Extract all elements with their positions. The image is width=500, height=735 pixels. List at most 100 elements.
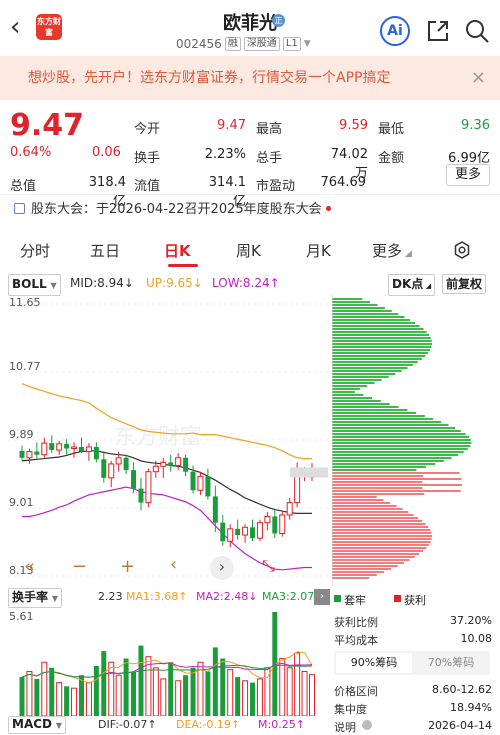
candle <box>34 451 40 455</box>
boll-low: LOW:8.24↑ <box>212 276 280 290</box>
chip-bar <box>332 448 468 450</box>
gear-icon[interactable] <box>452 240 472 260</box>
macd-select[interactable]: MACD ▼ <box>8 716 66 734</box>
boll-indicator-row: BOLL ▼ MID:8.94↓ UP:9.65↓ LOW:8.24↑ DK点 … <box>0 272 500 296</box>
chart-controls: « − + ‹ › ⤡ <box>8 554 328 584</box>
chip-bar <box>332 460 444 462</box>
candle <box>264 516 271 524</box>
stat-label-float-cap: 流值 <box>134 179 161 194</box>
adjust-button[interactable]: 前复权 <box>442 274 487 294</box>
chip-bar <box>332 547 427 549</box>
chip-bar <box>332 577 370 579</box>
candle <box>115 457 122 465</box>
chip-bar <box>332 469 417 471</box>
chip-bar <box>332 427 456 429</box>
more-button[interactable]: 更多 <box>446 164 490 186</box>
tab-70-chips[interactable]: 70%筹码 <box>414 653 488 673</box>
chip-bar <box>332 490 461 492</box>
turnover-bar <box>49 667 55 716</box>
chip-bar <box>332 319 411 321</box>
chip-bar <box>332 373 396 375</box>
chip-bar <box>332 313 399 315</box>
chip-bar <box>332 520 423 522</box>
chip-bar <box>332 508 403 510</box>
search-icon[interactable] <box>464 18 490 44</box>
candle <box>190 471 196 491</box>
chip-bar <box>332 571 385 573</box>
tab-90-chips[interactable]: 90%筹码 <box>336 653 412 673</box>
zoom-out-button[interactable]: − <box>72 556 87 577</box>
kline-chart[interactable]: 东方财富11.6510.779.899.018.13 <box>8 294 328 586</box>
turnover-bar <box>115 674 122 716</box>
chip-bar <box>332 415 425 417</box>
tag-margin: 融 <box>224 37 241 51</box>
macd-m: M:0.25↑ <box>258 718 305 731</box>
candle <box>71 446 78 449</box>
candle <box>256 522 263 539</box>
chip-bar <box>332 355 426 357</box>
chip-bar <box>332 517 419 519</box>
calendar-icon <box>14 203 25 214</box>
account-ad-banner[interactable]: 想炒股，先开户！选东方财富证券，行情交易一个APP搞定 × <box>0 56 500 100</box>
turnover-select[interactable]: 换手率 ▼ <box>8 588 62 608</box>
expand-arrow-icon[interactable]: › <box>314 589 330 605</box>
chip-bar <box>332 493 425 495</box>
tab-timeshare[interactable]: 分时 <box>20 240 50 261</box>
candle <box>235 528 241 536</box>
rewind-button[interactable]: « <box>24 556 35 577</box>
chip-bar <box>332 559 410 561</box>
tab-weekly-k[interactable]: 周K <box>236 240 261 261</box>
chip-bar <box>332 301 371 303</box>
tab-daily-k[interactable]: 日K <box>164 240 191 261</box>
chip-bar <box>332 406 399 408</box>
chevron-down-icon[interactable]: ▼ <box>304 39 311 49</box>
chip-bar <box>332 442 472 444</box>
turnover-bar <box>41 661 48 716</box>
indicator-select[interactable]: BOLL ▼ <box>8 274 61 296</box>
chip-bar <box>332 421 442 423</box>
candle <box>19 450 25 458</box>
chip-bar <box>332 457 452 459</box>
tab-five-day[interactable]: 五日 <box>90 240 120 261</box>
stat-label-total-cap: 总值 <box>10 179 37 194</box>
chip-bar <box>332 331 427 333</box>
candle <box>160 461 167 467</box>
dk-point-button[interactable]: DK点 ◢ <box>388 274 436 296</box>
chip-bar <box>332 307 385 309</box>
notice-bar[interactable]: 股东大会：于2026-04-22召开2025年度股东大会 <box>0 194 500 224</box>
candle <box>205 476 211 497</box>
change-amount: 0.06 <box>92 145 121 160</box>
candle <box>101 459 107 478</box>
chip-bar <box>332 511 409 513</box>
zoom-in-button[interactable]: + <box>120 556 135 577</box>
tab-monthly-k[interactable]: 月K <box>306 240 331 261</box>
tab-more[interactable]: 更多 ◢ <box>372 240 412 261</box>
candle <box>93 446 99 460</box>
chip-bar <box>332 544 429 546</box>
share-icon[interactable] <box>425 18 451 44</box>
turnover-bar <box>71 687 78 716</box>
chip-bar <box>332 388 360 390</box>
turnover-bar <box>227 669 234 716</box>
y-axis-label: 9.89 <box>9 428 34 441</box>
chip-bar <box>332 496 377 498</box>
close-icon[interactable]: × <box>471 56 486 100</box>
chip-tabs: 90%筹码 70%筹码 <box>334 651 490 675</box>
candle <box>152 465 159 473</box>
chip-bar <box>332 358 422 360</box>
chip-bar <box>332 391 355 393</box>
candle <box>272 516 278 534</box>
fullscreen-icon[interactable]: ⤡ <box>262 556 275 576</box>
turnover-bar <box>190 667 196 716</box>
info-icon[interactable] <box>362 720 372 730</box>
chip-bar <box>332 328 424 330</box>
turnover-bar <box>168 662 174 716</box>
macd-dif: DIF:-0.07↑ <box>98 718 157 731</box>
chip-bar <box>332 532 432 534</box>
next-button[interactable]: › <box>210 556 234 580</box>
candle <box>279 514 286 534</box>
chip-bar <box>332 430 461 432</box>
macd-dea: DEA:-0.19↑ <box>176 718 241 731</box>
prev-button[interactable]: ‹ <box>170 554 177 575</box>
ai-button[interactable]: Ai <box>380 16 410 46</box>
